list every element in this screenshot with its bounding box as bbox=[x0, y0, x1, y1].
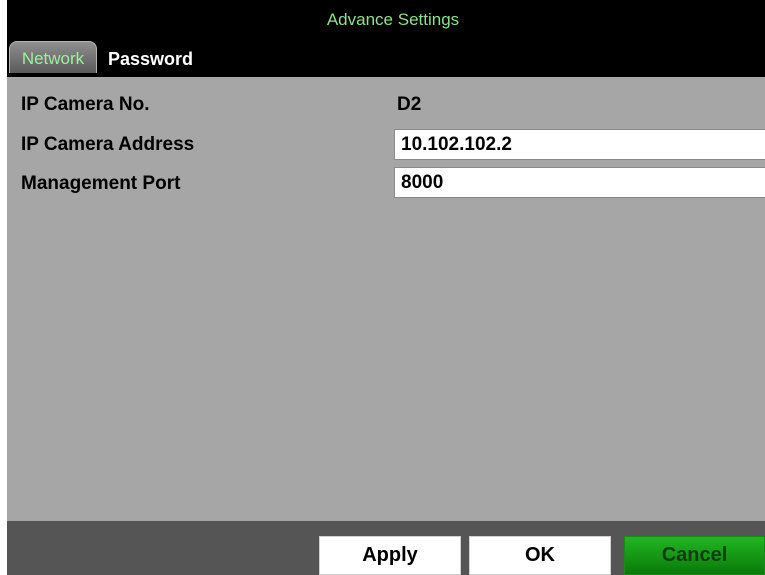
management-port-label: Management Port bbox=[21, 173, 181, 194]
tab-network[interactable]: Network bbox=[9, 41, 97, 73]
management-port-field[interactable]: 8000 bbox=[394, 167, 765, 198]
camera-address-label: IP Camera Address bbox=[21, 134, 195, 155]
dialog-title: Advance Settings bbox=[326, 10, 460, 29]
apply-button[interactable]: Apply bbox=[319, 536, 461, 575]
camera-address-field[interactable]: 10.102.102.2 bbox=[394, 129, 765, 160]
ok-button[interactable]: OK bbox=[469, 536, 611, 575]
camera-no-value: D2 bbox=[397, 94, 422, 115]
cancel-button[interactable]: Cancel bbox=[624, 536, 765, 575]
title-bar: Advance Settings bbox=[7, 0, 765, 40]
tab-password[interactable]: Password bbox=[108, 49, 193, 70]
camera-no-label: IP Camera No. bbox=[21, 94, 150, 115]
advance-settings-dialog: Advance Settings Network Password IP Cam… bbox=[7, 0, 765, 575]
network-settings-panel: IP Camera No. D2 IP Camera Address 10.10… bbox=[7, 77, 765, 521]
